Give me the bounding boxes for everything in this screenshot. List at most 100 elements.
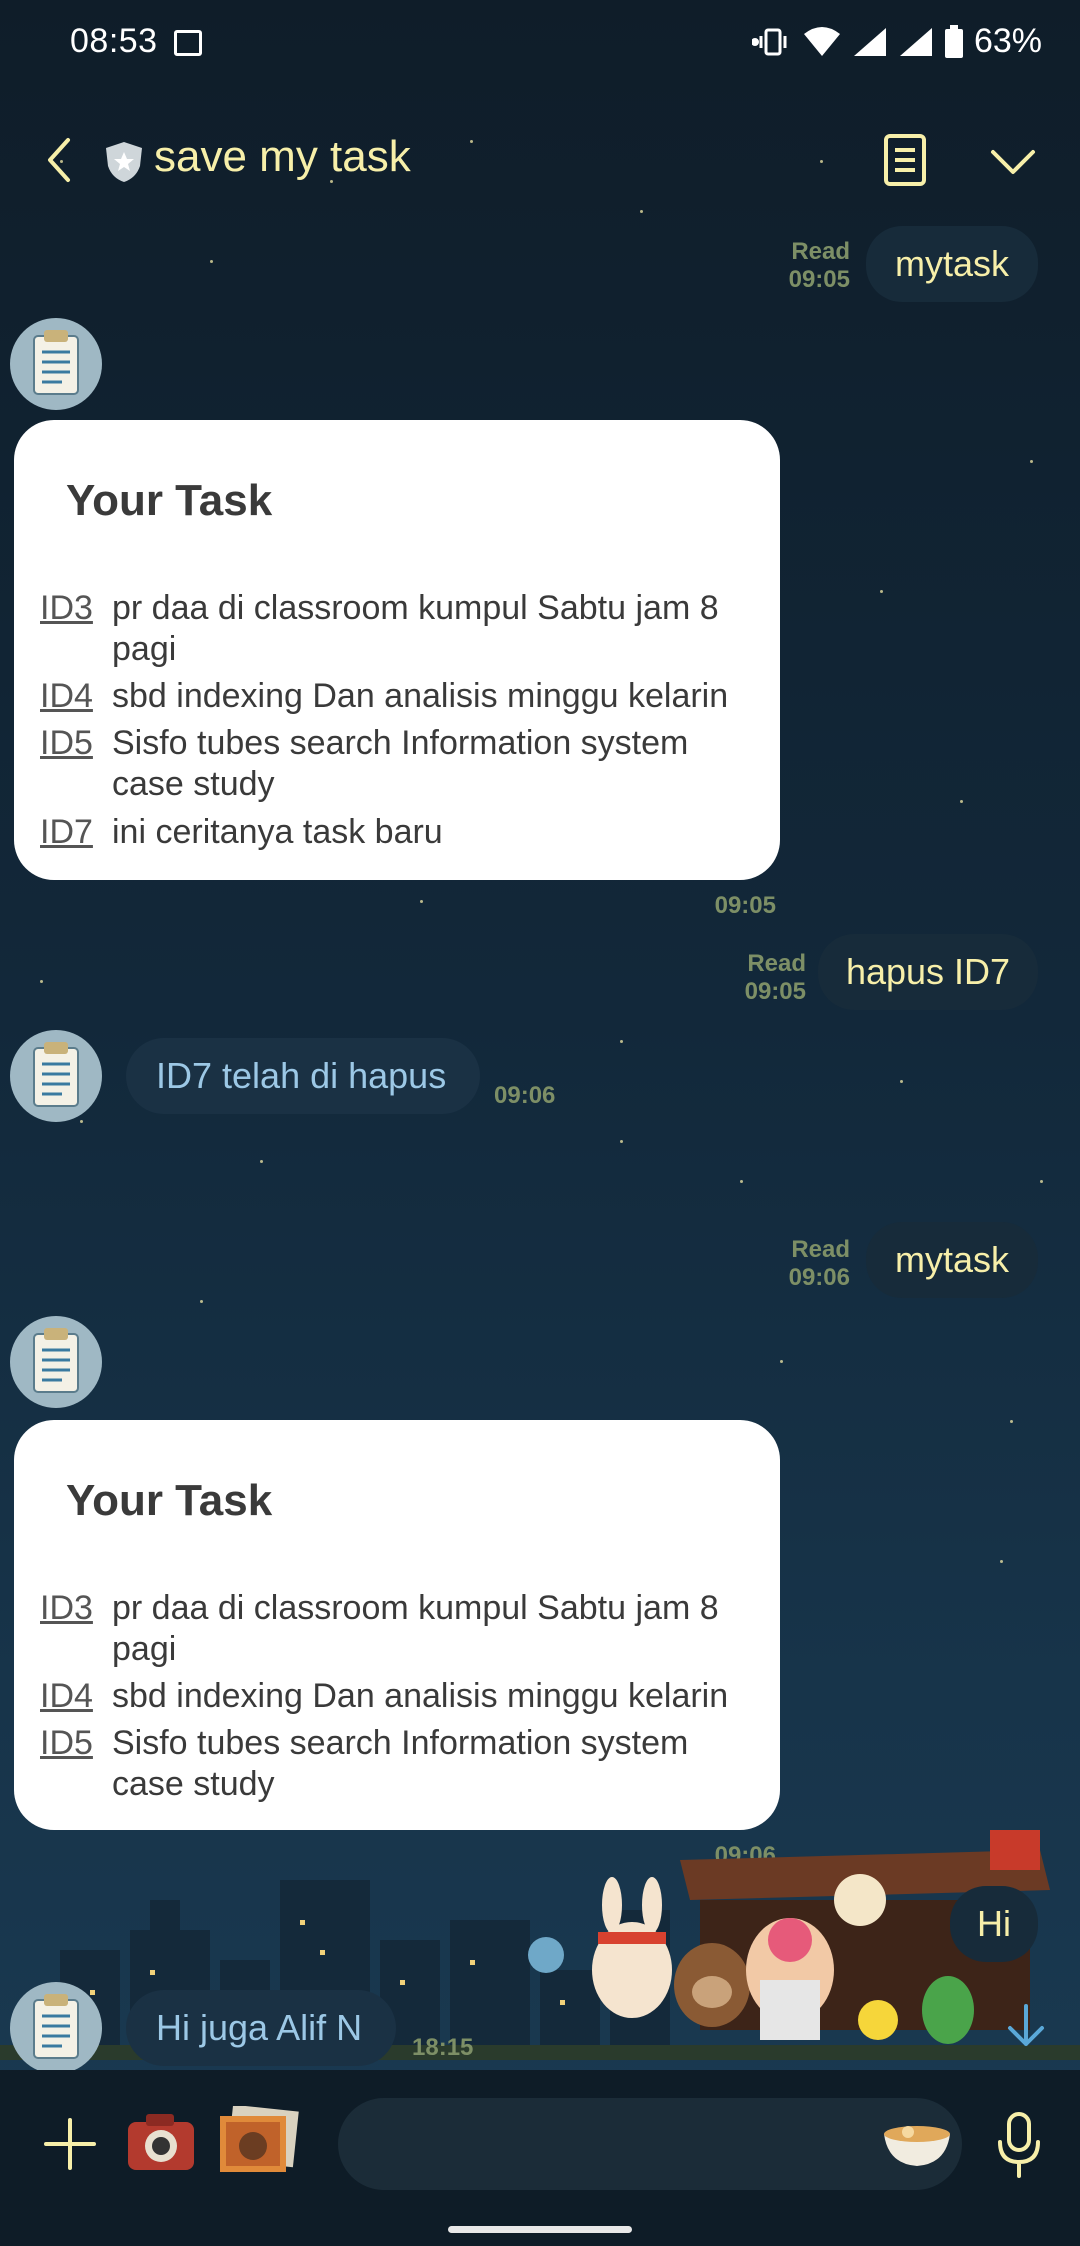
task-item[interactable]: ID5 Sisfo tubes search Information syste… [40,723,752,805]
message-input-field[interactable] [338,2098,962,2190]
star-decoration [420,900,423,903]
message-time: 09:05 [714,892,776,919]
vibrate-icon [751,28,787,55]
message-read-meta: Read 09:05 [716,950,806,1006]
read-status: Read [747,950,806,977]
task-id-link[interactable]: ID7 [40,812,112,853]
message-time: 09:06 [494,1082,556,1109]
star-decoration [1030,460,1033,463]
outgoing-message[interactable]: hapus ID7 [818,934,1038,1010]
microphone-icon[interactable] [994,2110,1044,2180]
clipboard-icon [33,1042,79,1107]
message-text: mytask [894,1239,1009,1280]
task-id-link[interactable]: ID5 [40,1723,112,1805]
battery-icon [944,24,963,58]
task-list-card[interactable]: Your Task ID3 pr daa di classroom kumpul… [14,420,780,880]
task-item[interactable]: ID4 sbd indexing Dan analisis minggu kel… [40,1676,752,1717]
status-time: 08:53 [70,22,158,60]
task-text: Sisfo tubes search Information system ca… [112,724,689,803]
task-text: pr daa di classroom kumpul Sabtu jam 8 p… [112,1589,719,1668]
star-decoration [210,260,213,263]
clipboard-icon [33,1994,79,2059]
star-decoration [900,1080,903,1083]
message-text: Hi juga Alif N [156,2007,363,2048]
task-item[interactable]: ID3 pr daa di classroom kumpul Sabtu jam… [40,1588,752,1670]
scroll-to-bottom-arrow-icon[interactable] [998,1996,1054,2056]
task-text: sbd indexing Dan analisis minggu kelarin [112,1677,729,1715]
task-item[interactable]: ID4 sbd indexing Dan analisis minggu kel… [40,676,752,717]
incoming-message[interactable]: ID7 telah di hapus [126,1038,480,1114]
official-account-shield-icon [106,142,142,182]
star-decoration [620,1040,623,1043]
battery-percent: 63% [973,22,1042,60]
task-id-link[interactable]: ID4 [40,676,112,717]
task-id-link[interactable]: ID3 [40,1588,112,1670]
bot-avatar[interactable] [10,1982,102,2074]
task-text: ini ceritanya task baru [112,813,443,851]
read-status: Read [791,1236,850,1263]
message-time: 09:05 [788,266,850,293]
star-decoration [1010,1420,1013,1423]
gallery-notification-icon [174,30,202,56]
signal-sim2-icon [899,27,932,56]
message-time: 09:06 [788,1264,850,1291]
message-time: 09:05 [744,978,806,1005]
status-indicators: 63% [751,22,1042,61]
sticker-ramen-icon[interactable] [880,2114,954,2170]
chat-header: save my task [0,110,1080,210]
task-item[interactable]: ID5 Sisfo tubes search Information syste… [40,1723,752,1805]
message-read-meta: Read 09:05 [760,238,850,294]
incoming-message[interactable]: Hi juga Alif N [126,1990,396,2066]
task-text: Sisfo tubes search Information system ca… [112,1724,689,1803]
message-input-bar [0,2070,1080,2210]
card-title: Your Task [66,1476,273,1525]
star-decoration [200,1300,203,1303]
outgoing-message[interactable]: mytask [866,1222,1038,1298]
wifi-icon [803,26,840,56]
message-text: Hi [977,1903,1011,1944]
task-text: pr daa di classroom kumpul Sabtu jam 8 p… [112,589,719,668]
star-decoration [1040,1180,1043,1183]
star-decoration [780,1360,783,1363]
photo-album-icon[interactable] [216,2106,300,2176]
back-arrow-icon[interactable] [30,130,90,190]
task-list-card[interactable]: Your Task ID3 pr daa di classroom kumpul… [14,1420,780,1830]
status-bar: 08:53 63% [0,0,1080,90]
camera-icon[interactable] [124,2108,198,2174]
message-time: 18:15 [412,2034,474,2061]
star-decoration [620,1140,623,1143]
star-decoration [880,590,883,593]
message-text: ID7 telah di hapus [156,1055,447,1096]
task-item[interactable]: ID3 pr daa di classroom kumpul Sabtu jam… [40,588,752,670]
task-id-link[interactable]: ID5 [40,723,112,805]
message-text: mytask [894,243,1009,284]
clipboard-icon [33,1328,79,1393]
bot-avatar[interactable] [10,1316,102,1408]
message-read-meta: Read 09:06 [760,1236,850,1292]
task-item[interactable]: ID7 ini ceritanya task baru [40,812,752,853]
notes-icon[interactable] [880,132,930,188]
bot-avatar[interactable] [10,318,102,410]
outgoing-message[interactable]: Hi [950,1886,1038,1962]
star-decoration [640,210,643,213]
system-nav-bar [0,2210,1080,2246]
card-title: Your Task [66,476,273,525]
home-gesture-bar[interactable] [448,2226,632,2233]
chevron-down-icon[interactable] [985,136,1041,186]
task-id-link[interactable]: ID4 [40,1676,112,1717]
star-decoration [960,800,963,803]
star-decoration [260,1160,263,1163]
chat-title: save my task [154,132,411,181]
star-decoration [1000,1560,1003,1563]
plus-icon[interactable] [40,2114,100,2174]
outgoing-message[interactable]: mytask [866,226,1038,302]
task-id-link[interactable]: ID3 [40,588,112,670]
star-decoration [740,1180,743,1183]
bot-avatar[interactable] [10,1030,102,1122]
read-status: Read [791,238,850,265]
message-text: hapus ID7 [845,951,1011,992]
star-decoration [80,1120,83,1123]
task-text: sbd indexing Dan analisis minggu kelarin [112,677,729,715]
clipboard-icon [33,330,79,395]
star-decoration [40,980,43,983]
